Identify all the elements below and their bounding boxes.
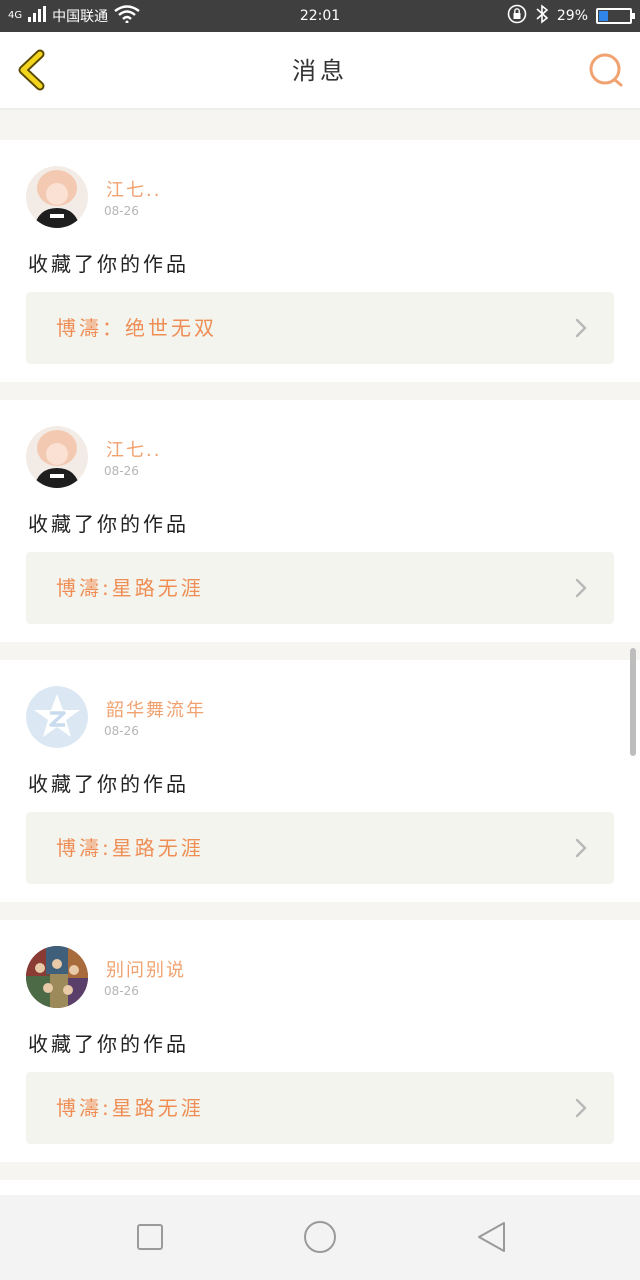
battery-icon	[596, 8, 635, 24]
message-date: 08-26	[104, 464, 139, 478]
back-nav-button[interactable]	[472, 1219, 508, 1255]
avatar[interactable]	[26, 946, 88, 1008]
message-list[interactable]: 江七.. 08-26 收藏了你的作品 博濤：绝世无双 江七.. 08-26 收藏…	[0, 110, 640, 1195]
work-link[interactable]: 博濤：绝世无双	[26, 292, 614, 364]
message-date: 08-26	[104, 984, 139, 998]
work-link[interactable]: 博濤:星路无涯	[26, 812, 614, 884]
message-text: 收藏了你的作品	[28, 772, 189, 796]
search-button[interactable]	[586, 50, 626, 90]
message-card: 江七.. 08-26 收藏了你的作品 博濤：绝世无双	[0, 140, 640, 382]
work-title: 博濤：绝世无双	[56, 316, 217, 340]
message-card: 江七.. 08-26 收藏了你的作品 博濤:星路无涯	[0, 400, 640, 642]
message-card: 别问别说 08-26 收藏了你的作品 博濤:星路无涯	[0, 920, 640, 1162]
work-title: 博濤:星路无涯	[56, 1096, 204, 1120]
recent-apps-button[interactable]	[132, 1219, 168, 1255]
work-title: 博濤:星路无涯	[56, 576, 204, 600]
message-card-partial	[0, 1180, 640, 1195]
header: 消息	[0, 32, 640, 110]
battery-level	[599, 11, 609, 21]
work-link[interactable]: 博濤:星路无涯	[26, 552, 614, 624]
navigation-bar	[0, 1195, 640, 1280]
avatar[interactable]	[26, 426, 88, 488]
message-card: 韶华舞流年 08-26 收藏了你的作品 博濤:星路无涯	[0, 660, 640, 902]
avatar[interactable]	[26, 686, 88, 748]
user-name[interactable]: 江七..	[106, 436, 161, 462]
message-date: 08-26	[104, 724, 139, 738]
scrollbar[interactable]	[630, 648, 636, 756]
message-date: 08-26	[104, 204, 139, 218]
work-link[interactable]: 博濤:星路无涯	[26, 1072, 614, 1144]
recent-apps-icon	[137, 1224, 163, 1250]
chevron-right-icon	[575, 578, 587, 598]
user-name[interactable]: 别问别说	[106, 956, 186, 982]
back-icon	[478, 1222, 505, 1252]
chevron-right-icon	[575, 318, 587, 338]
battery-percent: 29%	[556, 8, 588, 24]
avatar[interactable]	[26, 166, 88, 228]
search-icon	[589, 53, 623, 87]
rotation-lock-icon	[507, 4, 527, 28]
message-text: 收藏了你的作品	[28, 252, 189, 276]
work-title: 博濤:星路无涯	[56, 836, 204, 860]
message-text: 收藏了你的作品	[28, 512, 189, 536]
message-text: 收藏了你的作品	[28, 1032, 189, 1056]
page-title: 消息	[292, 57, 348, 85]
home-button[interactable]	[302, 1219, 338, 1255]
chevron-right-icon	[575, 838, 587, 858]
user-name[interactable]: 江七..	[106, 176, 161, 202]
bluetooth-icon	[535, 4, 549, 28]
status-bar: 4G 中国联通 22:01 29%	[0, 0, 640, 32]
home-icon	[304, 1221, 336, 1253]
user-name[interactable]: 韶华舞流年	[106, 696, 206, 722]
chevron-right-icon	[575, 1098, 587, 1118]
status-right: 29%	[507, 0, 635, 32]
